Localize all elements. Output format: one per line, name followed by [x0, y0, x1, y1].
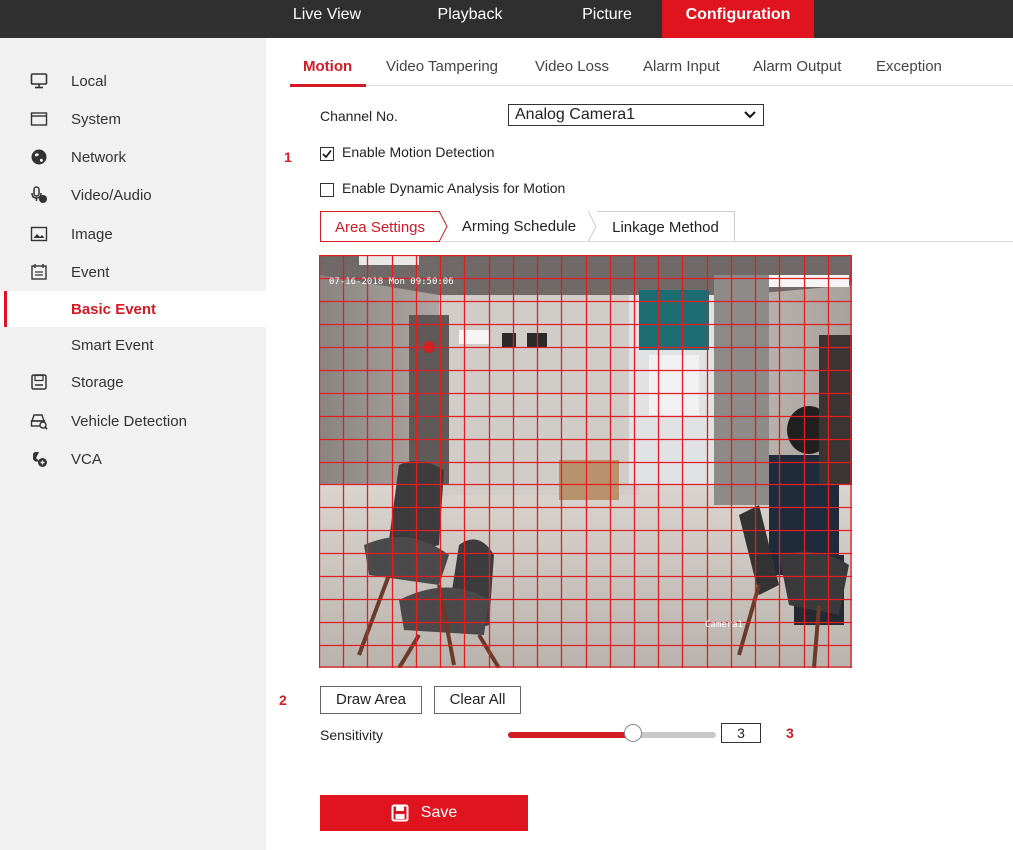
sidebar-item-network[interactable]: Network: [0, 139, 266, 175]
clear-all-button[interactable]: Clear All: [434, 686, 521, 714]
step-number-1: 1: [284, 149, 292, 165]
camera-scene: [319, 255, 852, 668]
tab-video-tampering[interactable]: Video Tampering: [386, 58, 498, 75]
sensitivity-label: Sensitivity: [320, 727, 384, 743]
sidebar-item-system[interactable]: System: [0, 101, 266, 137]
sensitivity-value-field[interactable]: 3: [721, 723, 761, 743]
channel-select-value: Analog Camera1: [515, 106, 636, 123]
save-button[interactable]: Save: [320, 795, 528, 831]
motion-area-video[interactable]: 07-16-2018 Mon 09:50:06 Camera1: [319, 255, 852, 668]
image-icon: [29, 224, 49, 244]
sidebar-item-video-audio[interactable]: Video/Audio: [0, 177, 266, 213]
vca-icon: [29, 449, 49, 469]
tab-alarm-output[interactable]: Alarm Output: [753, 58, 841, 75]
sidebar-item-label: System: [71, 110, 122, 128]
vehicle-icon: [29, 411, 49, 431]
nav-live-view[interactable]: Live View: [266, 0, 388, 38]
sidebar-item-label: Local: [71, 72, 107, 90]
tab-exception[interactable]: Exception: [876, 58, 942, 75]
subtab-linkage-method[interactable]: Linkage Method: [597, 211, 735, 242]
monitor-icon: [29, 71, 49, 91]
sidebar-item-smart-event[interactable]: Smart Event: [0, 327, 266, 363]
subtab-area-settings[interactable]: Area Settings: [320, 211, 440, 242]
sidebar-item-storage[interactable]: Storage: [0, 364, 266, 400]
tab-motion[interactable]: Motion: [303, 58, 352, 75]
microphone-icon: [29, 185, 49, 205]
window-icon: [29, 109, 49, 129]
step-number-2: 2: [279, 692, 287, 708]
video-camera-name: Camera1: [705, 620, 743, 630]
sidebar: Local System Network Video/Audio Image E…: [0, 38, 266, 850]
channel-label: Channel No.: [320, 108, 398, 124]
tab-video-loss[interactable]: Video Loss: [535, 58, 609, 75]
sidebar-item-label: Storage: [71, 373, 124, 391]
sidebar-item-label: VCA: [71, 450, 102, 468]
nav-configuration[interactable]: Configuration: [662, 0, 814, 38]
sidebar-item-label: Image: [71, 225, 113, 243]
channel-select[interactable]: Analog Camera1: [508, 104, 764, 126]
step-number-3: 3: [786, 725, 794, 741]
sidebar-item-image[interactable]: Image: [0, 216, 266, 252]
enable-motion-label: Enable Motion Detection: [342, 144, 495, 160]
sensitivity-slider-fill: [508, 732, 633, 738]
video-timestamp: 07-16-2018 Mon 09:50:06: [329, 277, 454, 287]
save-disk-icon: [391, 804, 409, 822]
sensitivity-slider-handle[interactable]: [624, 724, 642, 742]
globe-icon: [29, 147, 49, 167]
chevron-down-icon: [744, 111, 756, 119]
sidebar-item-label: Video/Audio: [71, 186, 152, 204]
draw-area-button[interactable]: Draw Area: [320, 686, 422, 714]
sensitivity-slider-track[interactable]: [508, 732, 716, 738]
sidebar-item-label: Smart Event: [71, 336, 154, 354]
sidebar-item-vca[interactable]: VCA: [0, 441, 266, 477]
checkmark-icon: [322, 150, 332, 159]
motion-subtabs: Area Settings Arming Schedule Linkage Me…: [320, 211, 1013, 242]
top-bar: Live View Playback Picture Configuration: [0, 0, 1013, 38]
subtab-arming-schedule[interactable]: Arming Schedule: [448, 211, 590, 242]
tab-alarm-input[interactable]: Alarm Input: [643, 58, 720, 75]
calendar-icon: [29, 262, 49, 282]
save-button-label: Save: [420, 804, 458, 821]
event-tabs: Motion Video Tampering Video Loss Alarm …: [290, 52, 1013, 86]
sidebar-item-local[interactable]: Local: [0, 63, 266, 99]
enable-dynamic-analysis-checkbox[interactable]: [320, 183, 334, 197]
sidebar-item-event[interactable]: Event: [0, 254, 266, 290]
sidebar-item-label: Network: [71, 148, 127, 166]
sidebar-item-label: Basic Event: [71, 300, 157, 318]
enable-dynamic-analysis-label: Enable Dynamic Analysis for Motion: [342, 180, 566, 196]
enable-motion-checkbox[interactable]: [320, 147, 334, 161]
top-navigation: Live View Playback Picture Configuration: [266, 0, 814, 38]
sidebar-item-label: Vehicle Detection: [71, 412, 187, 430]
nav-playback[interactable]: Playback: [388, 0, 552, 38]
sidebar-item-basic-event[interactable]: Basic Event: [0, 291, 266, 327]
active-tab-indicator: [290, 84, 366, 87]
disk-icon: [29, 372, 49, 392]
sidebar-item-vehicle-detection[interactable]: Vehicle Detection: [0, 403, 266, 439]
sidebar-item-label: Event: [71, 263, 110, 281]
nav-picture[interactable]: Picture: [552, 0, 662, 38]
